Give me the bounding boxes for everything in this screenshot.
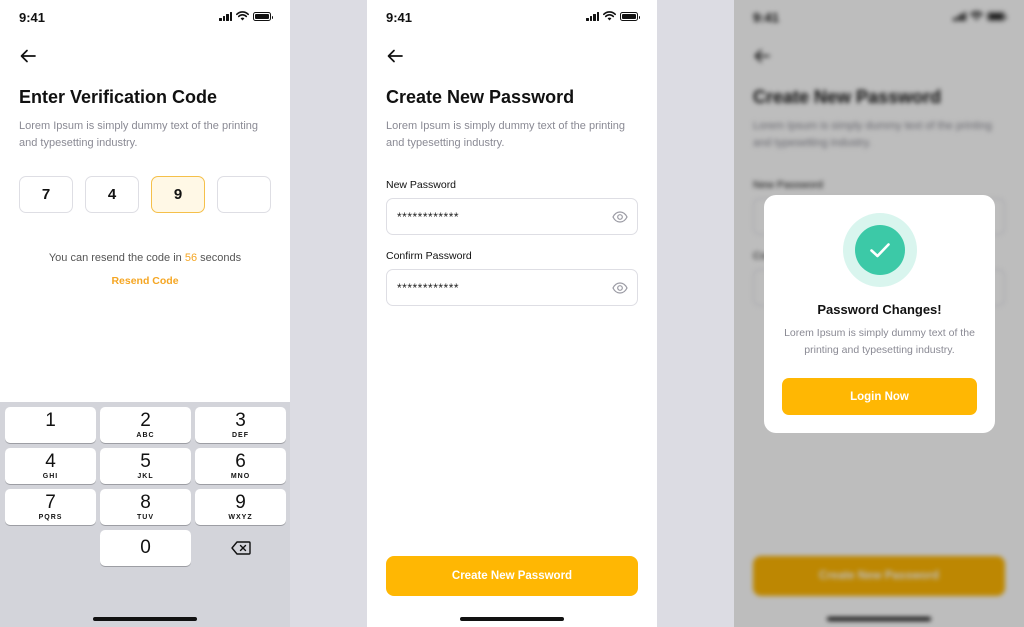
key-letters: MNO xyxy=(230,472,251,480)
key-letters: PQRS xyxy=(38,513,63,521)
key-number: 1 xyxy=(45,409,56,431)
resend-prefix: You can resend the code in xyxy=(48,252,182,264)
resend-countdown: You can resend the code in 56 seconds xyxy=(0,252,290,264)
login-now-button[interactable]: Login Now xyxy=(782,378,977,415)
resend-seconds: 56 xyxy=(184,252,198,264)
home-indicator xyxy=(460,617,564,621)
check-circle xyxy=(855,225,905,275)
eye-icon[interactable] xyxy=(612,282,628,294)
key-6[interactable]: 6 MNO xyxy=(195,448,286,484)
resend-code-link[interactable]: Resend Code xyxy=(0,275,290,287)
cellular-signal-icon xyxy=(586,12,599,21)
key-8[interactable]: 8 TUV xyxy=(100,489,191,525)
password-changed-screen: 9:41 Create New Password Lorem Ipsum is … xyxy=(734,0,1024,627)
create-password-screen: 9:41 Create New Password Lorem Ipsum is … xyxy=(367,0,657,627)
battery-icon xyxy=(253,12,273,21)
key-4[interactable]: 4 GHI xyxy=(5,448,96,484)
key-letters: GHI xyxy=(42,472,59,480)
create-new-password-button[interactable]: Create New Password xyxy=(386,556,638,596)
key-1[interactable]: 1 xyxy=(5,407,96,443)
key-number: 8 xyxy=(140,491,151,513)
new-password-field[interactable]: ************ xyxy=(386,198,638,235)
backspace-icon xyxy=(230,541,251,555)
key-letters: DEF xyxy=(232,431,249,439)
code-digit-2[interactable]: 4 xyxy=(85,176,139,213)
cellular-signal-icon xyxy=(219,12,232,21)
status-time: 9:41 xyxy=(386,10,413,25)
arrow-left-icon xyxy=(20,49,36,63)
status-icons xyxy=(586,11,640,21)
key-number: 5 xyxy=(140,450,151,472)
dialog-message: Lorem Ipsum is simply dummy text of the … xyxy=(784,327,975,356)
status-icons xyxy=(219,11,273,21)
back-button[interactable] xyxy=(18,46,38,66)
backspace-key[interactable] xyxy=(195,530,286,566)
wifi-icon xyxy=(236,11,249,21)
key-9[interactable]: 9 WXYZ xyxy=(195,489,286,525)
status-bar: 9:41 xyxy=(367,0,657,34)
battery-icon xyxy=(620,12,640,21)
confirm-password-value: ************ xyxy=(397,281,460,295)
key-letters: JKL xyxy=(137,472,154,480)
code-digit-4[interactable] xyxy=(217,176,271,213)
key-number: 6 xyxy=(235,450,246,472)
key-2[interactable]: 2 ABC xyxy=(100,407,191,443)
key-letters: WXYZ xyxy=(228,513,253,521)
confirm-password-label: Confirm Password xyxy=(386,250,472,262)
key-5[interactable]: 5 JKL xyxy=(100,448,191,484)
key-7[interactable]: 7 PQRS xyxy=(5,489,96,525)
key-number: 0 xyxy=(140,537,151,558)
confirm-password-field[interactable]: ************ xyxy=(386,269,638,306)
code-digit-3[interactable]: 9 xyxy=(151,176,205,213)
resend-suffix: seconds xyxy=(200,252,242,264)
key-number: 4 xyxy=(45,450,56,472)
dialog-title: Password Changes! xyxy=(817,302,942,317)
success-badge xyxy=(843,213,917,287)
page-subtitle: Lorem Ipsum is simply dummy text of the … xyxy=(386,120,626,149)
arrow-left-icon xyxy=(387,49,403,63)
key-3[interactable]: 3 DEF xyxy=(195,407,286,443)
key-letters: ABC xyxy=(136,431,155,439)
new-password-label: New Password xyxy=(386,179,457,191)
status-time: 9:41 xyxy=(19,10,46,25)
new-password-value: ************ xyxy=(397,210,460,224)
wifi-icon xyxy=(603,11,616,21)
eye-icon[interactable] xyxy=(612,211,628,223)
verification-screen: 9:41 Enter Verification Code Lorem Ipsum… xyxy=(0,0,290,627)
code-digit-1[interactable]: 7 xyxy=(19,176,73,213)
status-bar: 9:41 xyxy=(0,0,290,34)
key-number: 7 xyxy=(45,491,56,513)
back-button[interactable] xyxy=(385,46,405,66)
key-number: 9 xyxy=(235,491,246,513)
page-title: Create New Password xyxy=(386,87,575,107)
numeric-keypad: 1 2 ABC 3 DEF 4 GHI 5 JKL 6 MNO 7 PQRS 8 TUV 9W… xyxy=(0,402,290,627)
key-number: 2 xyxy=(140,409,151,431)
key-letters: TUV xyxy=(137,513,154,521)
key-number: 3 xyxy=(235,409,246,431)
page-title: Enter Verification Code xyxy=(19,87,218,107)
success-dialog: Password Changes! Lorem Ipsum is simply … xyxy=(764,195,995,433)
key-0[interactable]: 0 xyxy=(100,530,191,566)
page-subtitle: Lorem Ipsum is simply dummy text of the … xyxy=(19,120,259,149)
home-indicator xyxy=(93,617,197,621)
check-icon xyxy=(870,243,890,258)
